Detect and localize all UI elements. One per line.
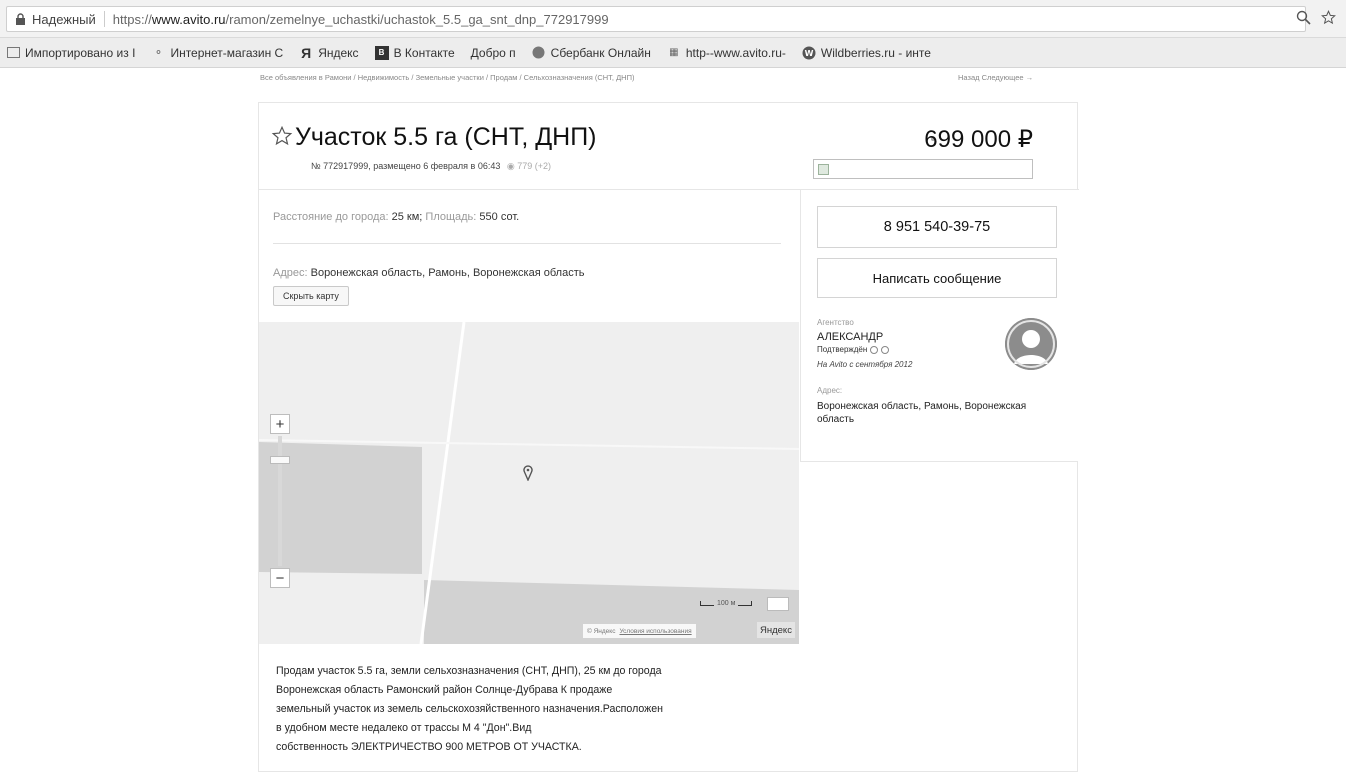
verified-phone-icon — [870, 345, 879, 354]
seller-address-label: Адрес: — [817, 386, 843, 395]
write-message-button[interactable]: Написать сообщение — [817, 258, 1057, 298]
broken-image-placeholder — [813, 159, 1033, 179]
bookmark-item[interactable]: Я Яндекс — [299, 44, 358, 61]
map-zoom-handle[interactable] — [270, 456, 290, 464]
listing-meta: № 772917999, размещено 6 февраля в 06:43… — [311, 161, 551, 172]
bookmark-item[interactable]: Сбербанк Онлайн — [532, 46, 651, 60]
zoom-icon[interactable] — [1296, 10, 1311, 25]
yandex-icon: Я — [301, 44, 312, 61]
sberbank-icon — [532, 46, 546, 60]
shop-icon: ⚬ — [153, 47, 164, 59]
description-line: собственность ЭЛЕКТРИЧЕСТВО 900 МЕТРОВ О… — [276, 741, 582, 753]
bookmarks-bar: Импортировано из I ⚬ Интернет-магазин С … — [0, 38, 1346, 68]
params-divider — [273, 243, 781, 244]
url-field[interactable]: Надежный https://www.avito.ru/ramon/zeme… — [6, 6, 1306, 32]
bookmark-item[interactable]: W Wildberries.ru - инте — [802, 46, 931, 60]
folder-icon — [6, 46, 20, 60]
bookmark-item[interactable]: ⚬ Интернет-магазин С — [151, 46, 283, 60]
verified-email-icon — [881, 345, 890, 354]
map-scale: 100 м — [700, 600, 753, 607]
map-terms-link[interactable]: Условия использования — [619, 628, 691, 635]
bookmark-item[interactable]: Импортировано из I — [6, 46, 135, 60]
hide-map-button[interactable]: Скрыть карту — [273, 286, 349, 306]
seller-address: Воронежская область, Рамонь, Воронежская… — [817, 401, 1027, 425]
listing-title: Участок 5.5 га (СНТ, ДНП) — [295, 123, 597, 151]
prev-next-links[interactable]: Назад Следующее → — [958, 73, 1033, 82]
listing-params: Расстояние до города: 25 км; Площадь: 55… — [273, 211, 520, 223]
address-bar-actions — [1296, 10, 1336, 25]
lock-icon — [16, 12, 25, 25]
map-copyright: © Яндекс Условия использования — [583, 624, 696, 638]
listing-address: Адрес: Воронежская область, Рамонь, Воро… — [273, 267, 585, 279]
seller-verified: Подтверждён — [817, 345, 890, 354]
listing-price: 699 000 ₽ — [924, 126, 1033, 153]
seller-name[interactable]: АЛЕКСАНДР — [817, 331, 883, 343]
description-line: в удобном месте недалеко от трассы М 4 "… — [276, 722, 532, 734]
seller-avatar-icon[interactable] — [1005, 318, 1057, 370]
seller-type-label: Агентство — [817, 318, 854, 327]
grid-icon: ▦ — [669, 47, 679, 58]
map-zoom-out-button[interactable]: − — [270, 568, 290, 588]
listing-number-date: № 772917999, размещено 6 февраля в 06:43 — [311, 161, 501, 171]
bookmark-item[interactable]: B В Контакте — [374, 45, 455, 60]
browser-address-bar: Надежный https://www.avito.ru/ramon/zeme… — [0, 0, 1346, 38]
map-widget[interactable]: + − 100 м © Яндекс Условия использования… — [259, 322, 799, 644]
breadcrumb[interactable]: Все объявления в Рамони / Недвижимость /… — [260, 73, 635, 82]
yandex-map-logo[interactable]: Яндекс — [757, 622, 795, 638]
bookmark-item[interactable]: ▦ http--www.avito.ru- — [667, 46, 786, 60]
wildberries-icon: W — [802, 46, 816, 60]
url-text[interactable]: https://www.avito.ru/ramon/zemelnye_ucha… — [113, 12, 609, 27]
secure-label: Надежный — [32, 11, 96, 27]
description-line: Воронежская область Рамонский район Солн… — [276, 684, 613, 696]
vk-icon: B — [374, 45, 389, 60]
url-separator — [103, 11, 105, 27]
bookmark-item[interactable]: Добро п — [471, 46, 516, 60]
map-tiles — [259, 322, 799, 644]
description-line: земельный участок из земель сельскохозяй… — [276, 703, 663, 715]
show-phone-button[interactable]: 8 951 540-39-75 — [817, 206, 1057, 248]
svg-text:W: W — [804, 49, 813, 58]
description-line: Продам участок 5.5 га, земли сельхозназн… — [276, 665, 662, 677]
views-count: ◉ 779 (+2) — [506, 161, 552, 171]
map-zoom-in-button[interactable]: + — [270, 414, 290, 434]
map-ruler-button[interactable] — [767, 597, 789, 611]
seller-sidebar: 8 951 540-39-75 Написать сообщение Агент… — [800, 190, 1078, 462]
listing-description: Продам участок 5.5 га, земли сельхозназн… — [276, 662, 796, 757]
bookmark-star-icon[interactable] — [1321, 10, 1336, 25]
map-pin-icon[interactable] — [523, 465, 533, 481]
seller-since: На Avito с сентября 2012 — [817, 360, 913, 369]
favorite-star-icon[interactable] — [271, 125, 293, 147]
